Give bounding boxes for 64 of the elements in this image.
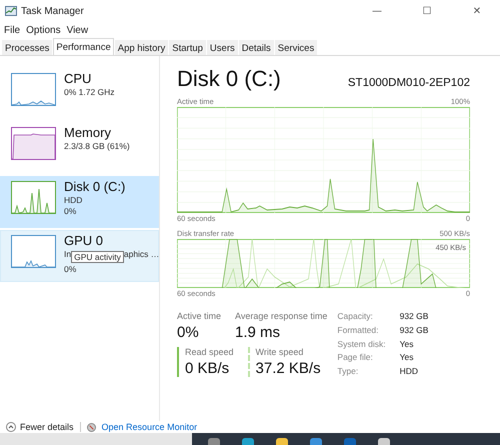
taskbar-app-icon[interactable] (242, 438, 254, 445)
device-detail: 0% 1.72 GHz (64, 87, 115, 97)
property-label: Type: (337, 366, 360, 377)
sidebar-item[interactable]: Disk 0 (C:) HDD 0% (0, 176, 159, 228)
stat-label: Write speed (256, 347, 304, 357)
stat-value: 0% (177, 324, 200, 341)
tab[interactable]: Services (274, 40, 318, 55)
device-detail: In (64, 249, 72, 259)
tooltip: GPU activity (71, 251, 124, 263)
tab[interactable]: Startup (169, 40, 206, 55)
device-detail: 0% (64, 206, 78, 216)
property-value: 932 GB (400, 324, 428, 336)
sidebar-item[interactable]: GPU 0 In GPU activity aphics … 0% (0, 230, 159, 282)
window-control-button[interactable]: ✕ (454, 0, 500, 22)
tab[interactable]: Details (238, 40, 274, 55)
task-manager-icon (5, 6, 17, 16)
collapse-icon (6, 422, 16, 432)
property-label: System disk: (337, 338, 386, 350)
device-detail: 0% (64, 264, 78, 274)
device-model: ST1000DM010-2EP102 (348, 77, 470, 89)
fewer-details-button[interactable]: Fewer details (6, 422, 74, 432)
property-label: Page file: (337, 352, 374, 364)
tab[interactable]: Processes (2, 40, 52, 55)
usage-graph-thumbnail (11, 73, 56, 106)
taskbar-app-icon[interactable] (310, 438, 322, 445)
usage-graph-thumbnail (11, 127, 56, 160)
usage-graph-thumbnail (11, 181, 56, 214)
device-name: Disk 0 (C:) (64, 179, 126, 194)
resource-monitor-link[interactable]: Open Resource Monitor (102, 422, 198, 432)
menu-item[interactable]: View (66, 24, 88, 36)
stat-label: Active time (177, 311, 222, 321)
device-detail: aphics … (124, 249, 160, 259)
property-value: Yes (400, 338, 414, 350)
window-title: Task Manager (21, 6, 85, 16)
menu-item[interactable]: Options (26, 24, 61, 36)
stat-value: 0 KB/s (185, 360, 230, 377)
property-label: Capacity: (337, 311, 374, 322)
tab[interactable]: Users (206, 40, 238, 55)
stat-label: Read speed (185, 347, 234, 357)
tab[interactable]: App history (114, 40, 168, 55)
usage-graph-thumbnail (11, 235, 56, 268)
window-control-button[interactable]: ☐ (404, 0, 450, 22)
property-value: Yes (400, 352, 414, 364)
device-title: Disk 0 (C:) (177, 66, 281, 92)
sidebar-item[interactable]: Memory 2.3/3.8 GB (61%) (0, 122, 159, 174)
resource-monitor-icon (86, 422, 96, 432)
device-detail: HDD (64, 195, 84, 205)
device-name: Memory (64, 125, 112, 140)
stat-value: 37.2 KB/s (256, 360, 321, 377)
property-label: Formatted: (337, 324, 380, 336)
taskbar-app-icon[interactable] (276, 438, 288, 445)
device-detail: 2.3/3.8 GB (61%) (64, 141, 130, 151)
sidebar-item[interactable]: CPU 0% 1.72 GHz (0, 68, 159, 120)
window-control-button[interactable]: — (354, 0, 400, 22)
stat-label: Average response time (235, 311, 328, 321)
property-value: 932 GB (400, 311, 428, 322)
property-value: HDD (400, 366, 420, 377)
tab[interactable]: Performance (53, 38, 114, 55)
device-name: CPU (64, 71, 92, 86)
menu-item[interactable]: File (4, 24, 20, 36)
taskbar-app-icon[interactable] (208, 438, 220, 445)
device-name: GPU 0 (64, 233, 104, 248)
taskbar-app-icon[interactable] (378, 438, 390, 445)
stat-value: 1.9 ms (235, 324, 282, 341)
